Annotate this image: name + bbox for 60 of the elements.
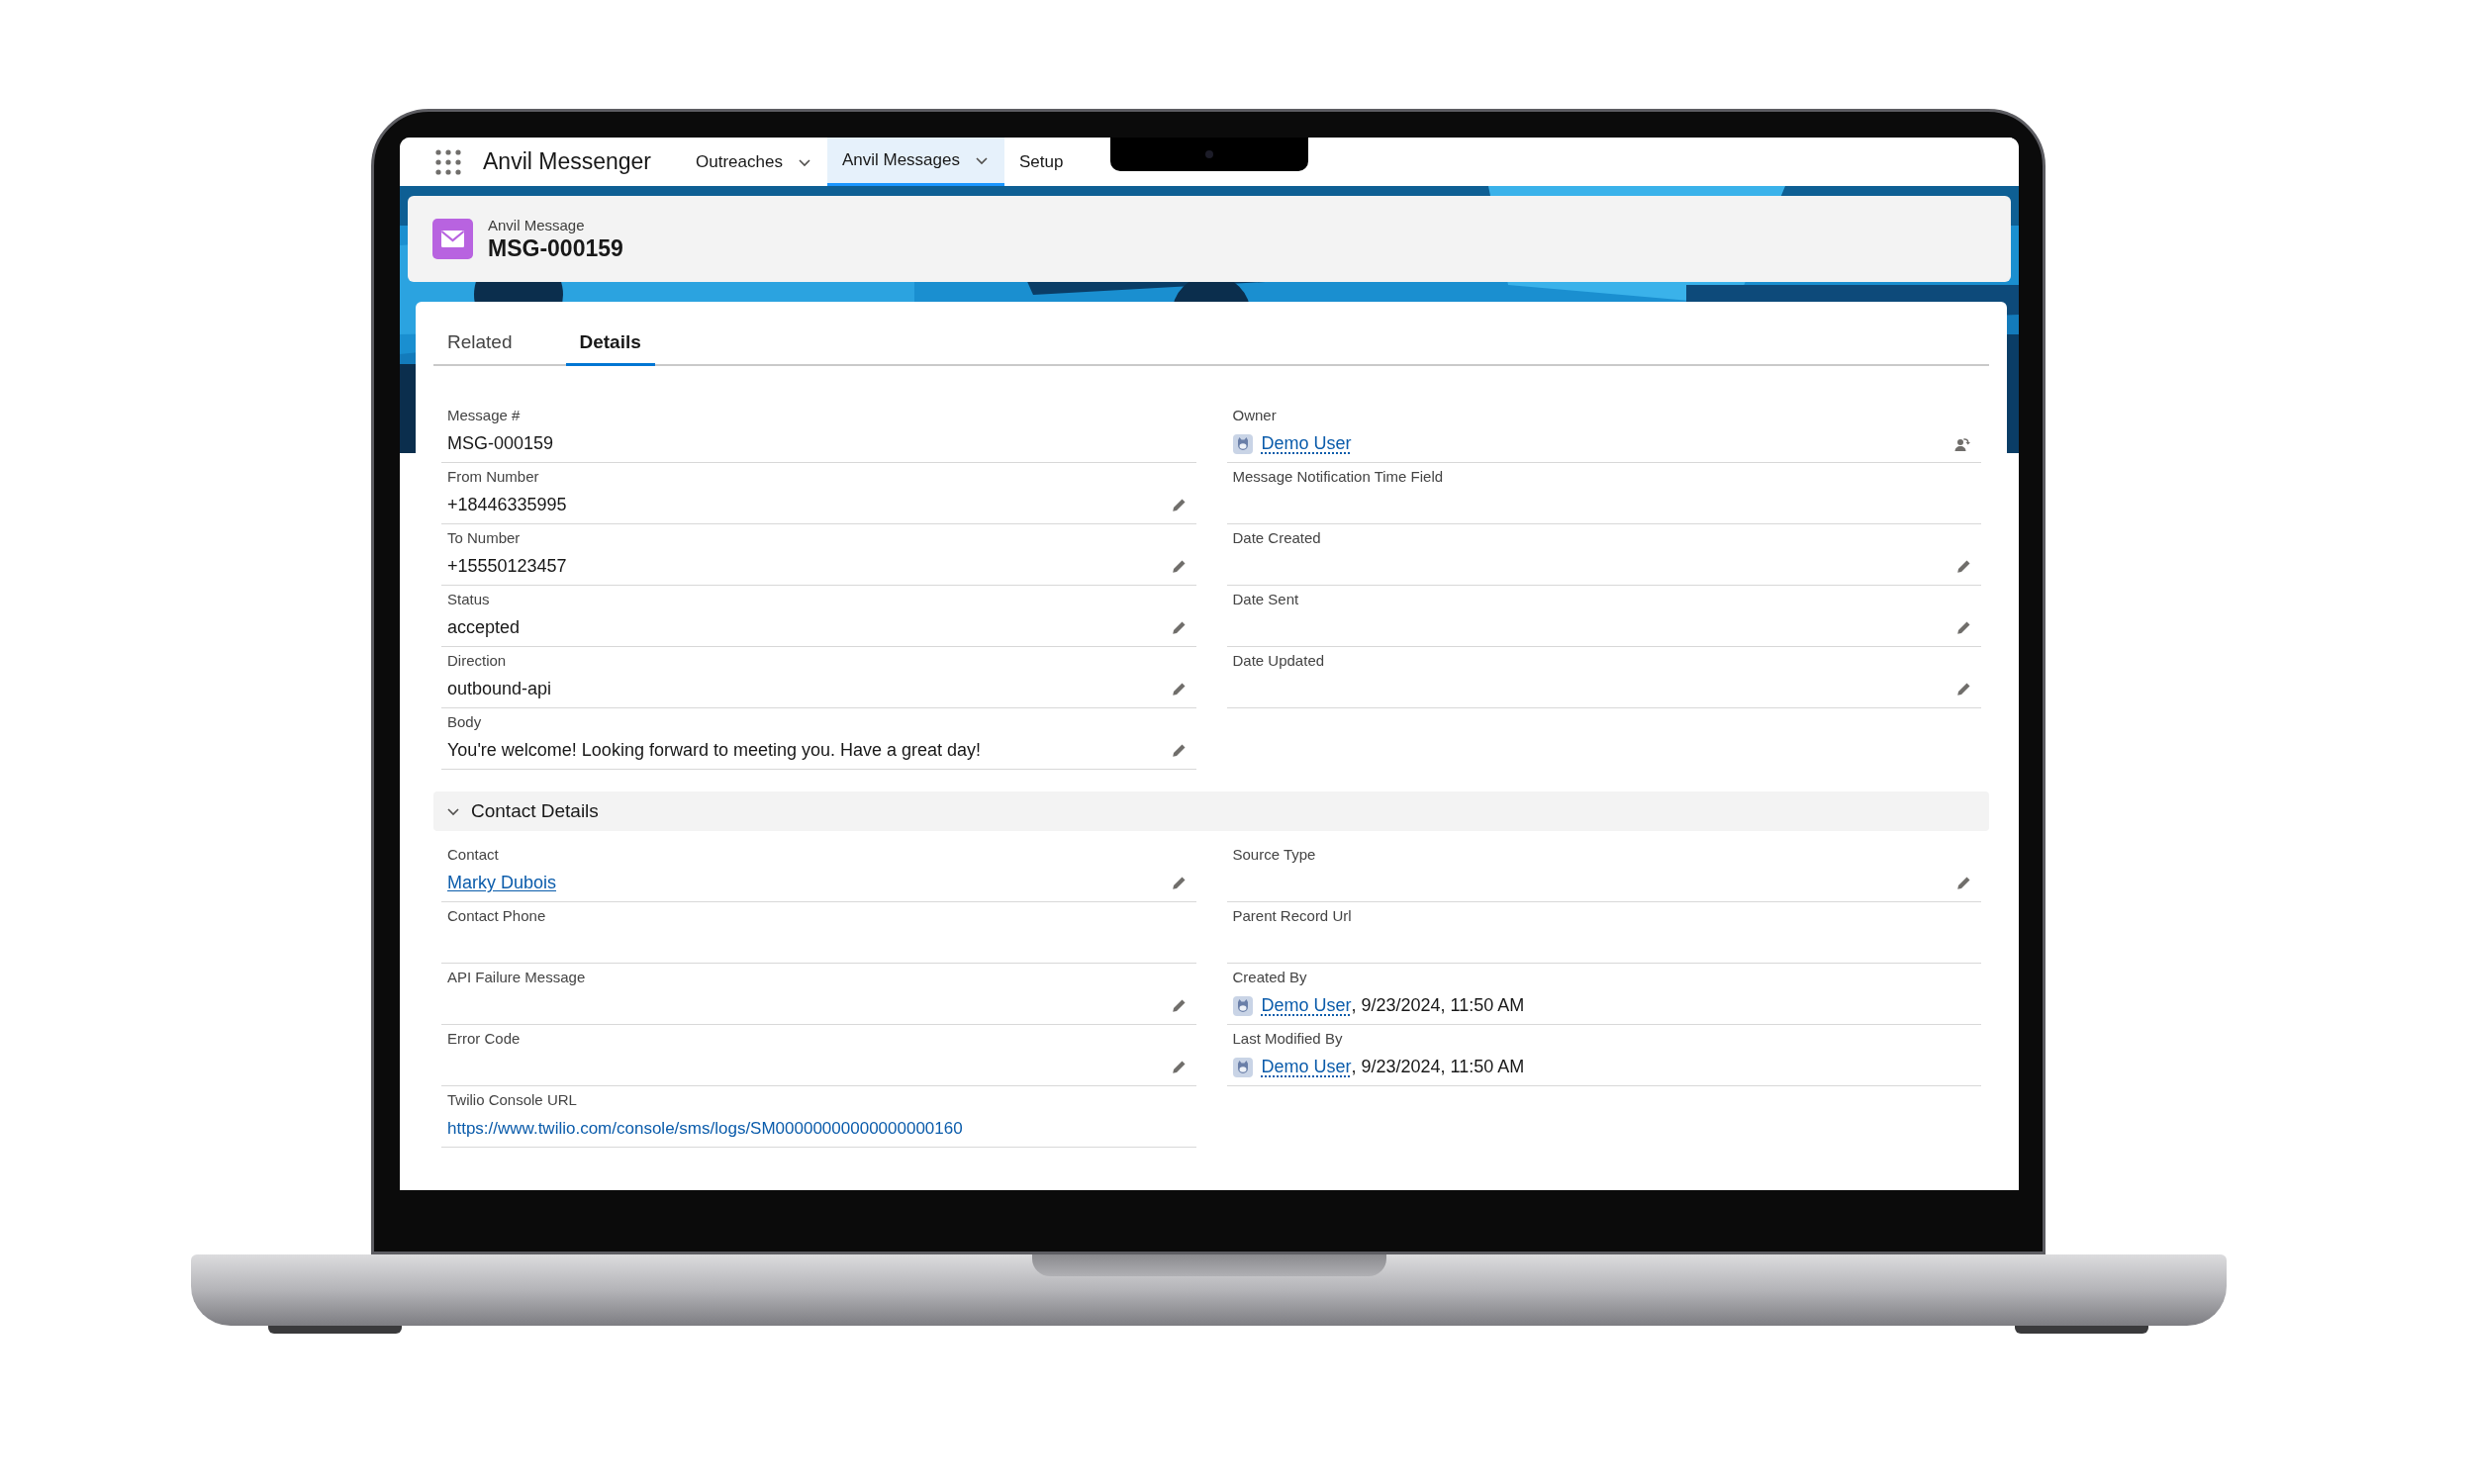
field-label: Body: [447, 712, 483, 732]
field-label: Created By: [1232, 968, 1308, 987]
field-label: Error Code: [447, 1029, 522, 1049]
field-label: Status: [447, 590, 491, 609]
app-launcher-icon[interactable]: [435, 148, 461, 175]
field-value: +15550123457: [447, 556, 567, 576]
field-label: API Failure Message: [447, 968, 587, 987]
field-label: Direction: [447, 651, 508, 671]
edit-icon[interactable]: [1170, 619, 1187, 636]
section-header[interactable]: Contact Details: [433, 791, 1989, 831]
camera-icon: [1205, 150, 1213, 158]
field-label: Source Type: [1232, 845, 1317, 865]
timestamp-text: , 9/23/2024, 11:50 AM: [1351, 1056, 1525, 1078]
field-label: From Number: [447, 467, 540, 487]
field-label: Twilio Console URL: [447, 1090, 578, 1110]
field-label: To Number: [447, 528, 522, 548]
edit-icon[interactable]: [1955, 681, 1971, 697]
field-value: +18446335995: [447, 495, 567, 514]
edit-icon[interactable]: [1955, 619, 1971, 636]
nav-tab[interactable]: Outreaches: [681, 138, 827, 186]
user-avatar-icon: [1232, 1057, 1253, 1077]
field-label: Last Modified By: [1232, 1029, 1344, 1049]
url-link[interactable]: https://www.twilio.com/console/sms/logs/SM00000000000000000160: [447, 1118, 963, 1138]
field-label: Contact Phone: [447, 906, 547, 926]
field-label: Date Updated: [1232, 651, 1326, 671]
record-type: Anvil Message: [488, 216, 586, 234]
nav-tab[interactable]: Anvil Messages: [826, 138, 1004, 186]
edit-icon[interactable]: [1170, 997, 1187, 1014]
record-tab[interactable]: Details: [565, 322, 655, 366]
user-link[interactable]: Demo User: [1261, 430, 1352, 457]
field-label: Contact: [447, 845, 500, 865]
record-tab[interactable]: Related: [433, 322, 526, 366]
field-label: Parent Record Url: [1232, 906, 1353, 926]
field-value: You're welcome! Looking forward to meeting you. Have a great day!: [447, 740, 982, 760]
edit-icon[interactable]: [1170, 1059, 1187, 1075]
nav-tab[interactable]: Setup: [1004, 138, 1079, 186]
edit-icon[interactable]: [1955, 875, 1971, 891]
edit-icon[interactable]: [1170, 558, 1187, 575]
edit-icon[interactable]: [1170, 875, 1187, 891]
timestamp-text: , 9/23/2024, 11:50 AM: [1351, 994, 1525, 1017]
user-link[interactable]: Demo User: [1261, 992, 1352, 1019]
user-avatar-icon: [1232, 433, 1253, 454]
envelope-icon: [432, 219, 473, 259]
field-value: outbound-api: [447, 679, 552, 698]
edit-icon[interactable]: [1170, 497, 1187, 513]
user-avatar-icon: [1232, 995, 1253, 1016]
contact-link[interactable]: Marky Dubois: [447, 873, 557, 892]
app-name: Anvil Messenger: [483, 147, 652, 177]
edit-icon[interactable]: [1170, 742, 1187, 759]
field-value: accepted: [447, 617, 521, 637]
edit-icon[interactable]: [1170, 681, 1187, 697]
field-label: Owner: [1232, 406, 1278, 425]
user-link[interactable]: Demo User: [1261, 1054, 1352, 1080]
field-label: Message Notification Time Field: [1232, 467, 1445, 487]
field-label: Message #: [447, 406, 522, 425]
field-value: MSG-000159: [447, 433, 554, 453]
edit-icon[interactable]: [1955, 558, 1971, 575]
field-label: Date Created: [1232, 528, 1322, 548]
field-label: Date Sent: [1232, 590, 1300, 609]
record-title: MSG-000159: [488, 233, 623, 262]
